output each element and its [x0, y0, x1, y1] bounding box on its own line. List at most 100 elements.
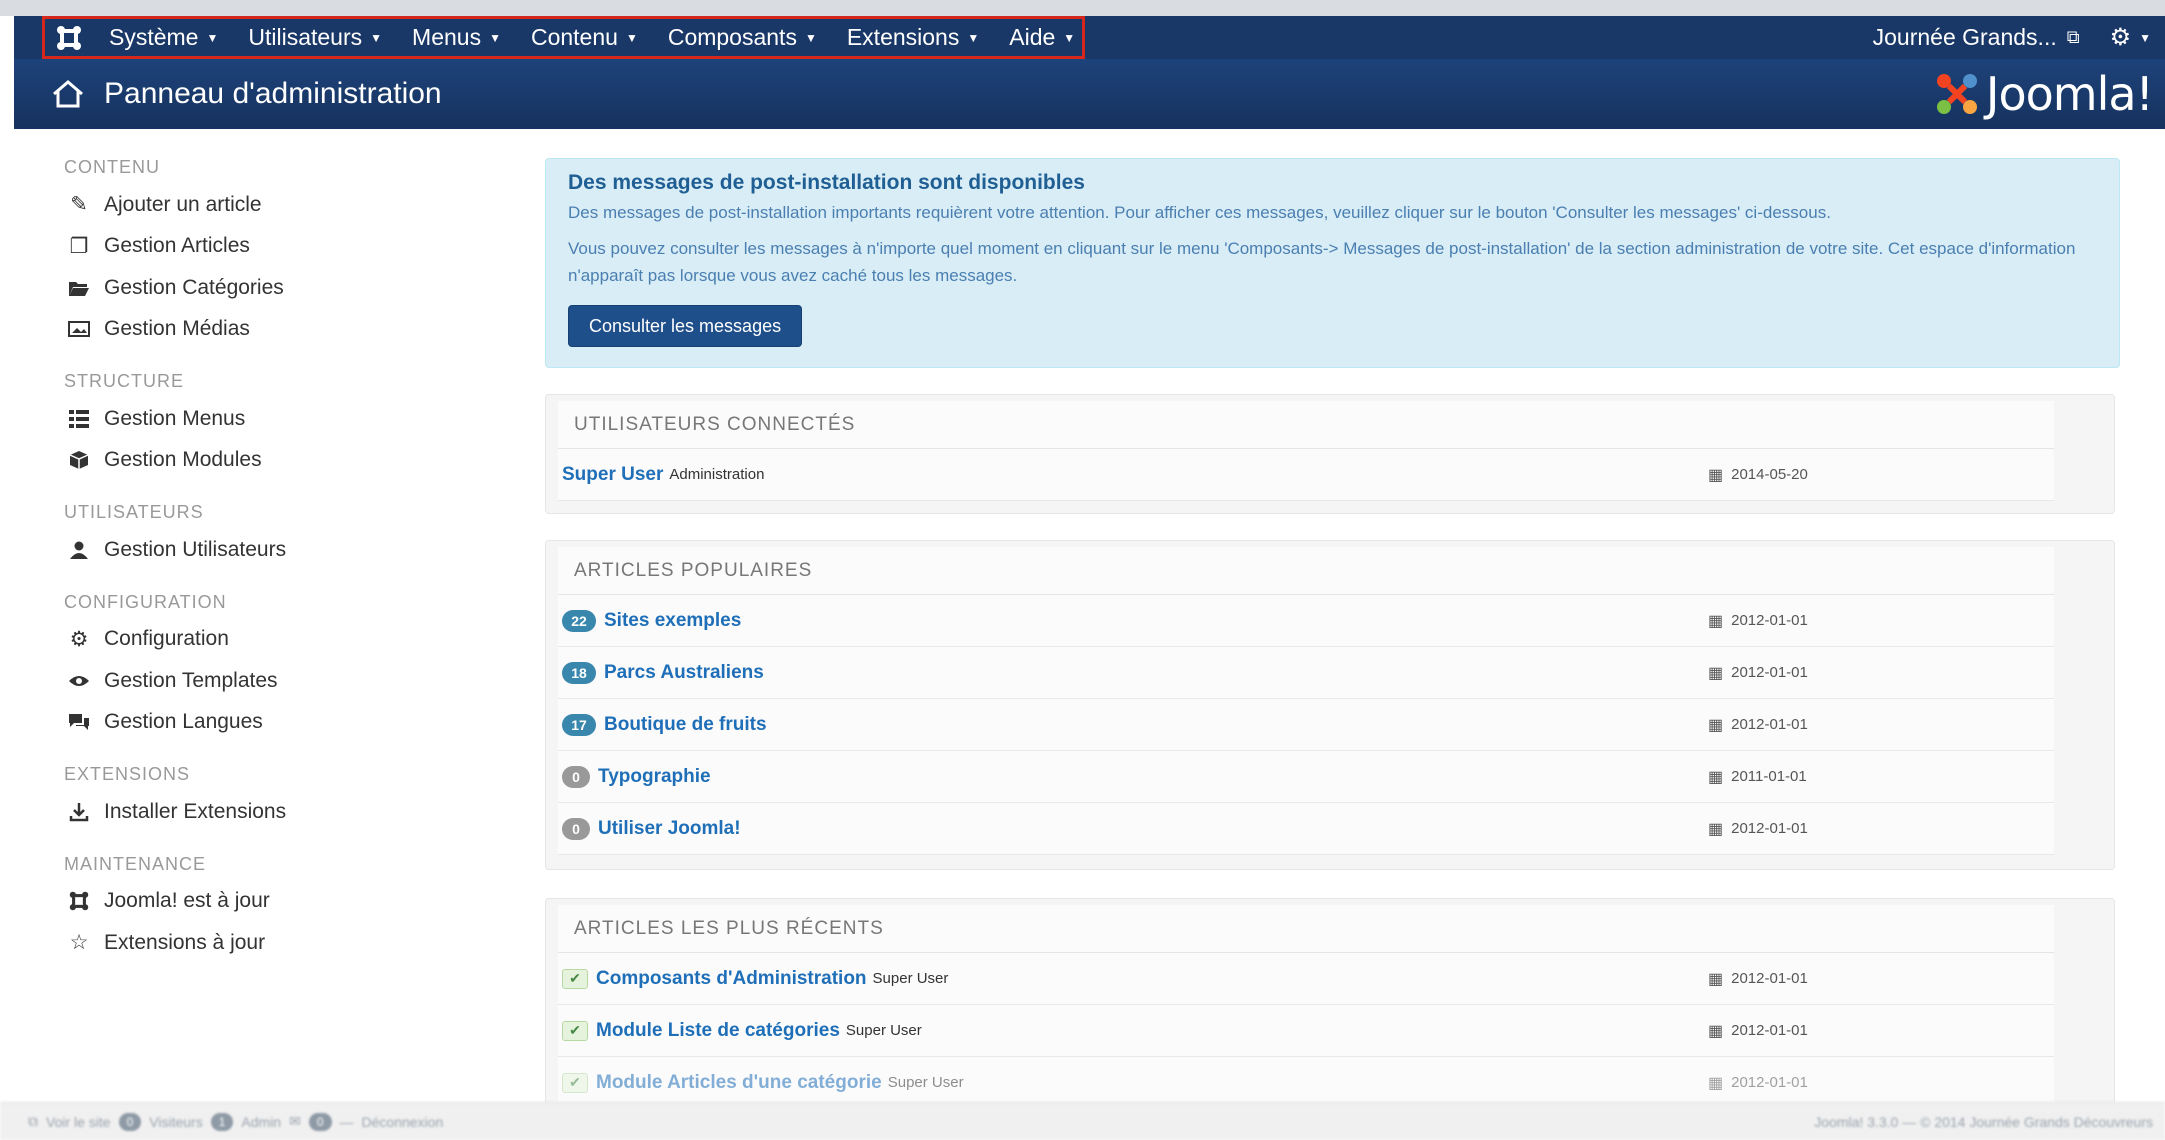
hits-badge: 18	[562, 661, 596, 684]
sidebar-item-label: Ajouter un article	[104, 192, 262, 216]
menu-systeme[interactable]: Système ▼	[94, 16, 233, 59]
star-icon: ☆	[69, 931, 89, 955]
menu-contenu[interactable]: Contenu ▼	[516, 16, 653, 59]
calendar-icon: ▦	[1708, 768, 1724, 786]
view-messages-button[interactable]: Consulter les messages	[568, 305, 803, 347]
sidebar-section-utilisateurs: UTILISATEURS Gestion Utilisateurs	[14, 495, 534, 571]
view-site-link[interactable]: Voir le site	[46, 1114, 111, 1130]
date-value: 2012-01-01	[1731, 716, 1808, 733]
published-check-icon: ✔	[562, 1072, 588, 1093]
menu-label: Aide	[1009, 24, 1056, 50]
article-link[interactable]: Sites exemples	[604, 610, 741, 632]
messages-badge[interactable]: 0	[308, 1112, 332, 1131]
date-value: 2012-01-01	[1731, 970, 1808, 987]
hits-badge: 0	[562, 817, 590, 840]
table-row: ✔ Module Liste de catégories Super User …	[558, 1005, 2054, 1057]
date-value: 2012-01-01	[1731, 1022, 1808, 1039]
sidebar-item-articles[interactable]: ❐ Gestion Articles	[14, 226, 534, 268]
menu-aide[interactable]: Aide ▼	[994, 16, 1090, 59]
sidebar-item-templates[interactable]: Gestion Templates	[14, 660, 534, 702]
sidebar-item-add-article[interactable]: ✎ Ajouter un article	[14, 184, 534, 226]
image-icon	[64, 317, 94, 341]
row-date: ▦ 2012-01-01	[1708, 1021, 1808, 1041]
sidebar-item-languages[interactable]: Gestion Langues	[14, 702, 534, 744]
article-author: Super User	[887, 1074, 964, 1091]
menu-menus[interactable]: Menus ▼	[397, 16, 516, 59]
article-link[interactable]: Composants d'Administration	[596, 968, 867, 990]
calendar-icon: ▦	[1708, 970, 1724, 988]
sidebar-heading: CONTENU	[64, 157, 160, 177]
user-link[interactable]: Super User	[562, 464, 663, 486]
row-date: ▦ 2012-01-01	[1708, 1073, 1808, 1093]
sidebar-item-users[interactable]: Gestion Utilisateurs	[14, 529, 534, 571]
sidebar-item-label: Gestion Catégories	[104, 275, 284, 299]
sidebar-item-install-extensions[interactable]: Installer Extensions	[14, 791, 534, 833]
article-link[interactable]: Parcs Australiens	[604, 662, 764, 684]
table-row: 22 Sites exemples ▦ 2012-01-01	[558, 595, 2054, 647]
article-link[interactable]: Module Articles d'une catégorie	[596, 1072, 882, 1094]
sidebar-section-configuration: CONFIGURATION ⚙ Configuration Gestion Te…	[14, 585, 534, 744]
menu-label: Composants	[667, 24, 797, 50]
table-row: 0 Utiliser Joomla! ▦ 2012-01-01	[558, 803, 2054, 855]
sidebar-item-label: Gestion Langues	[104, 710, 263, 734]
footer-copyright: Joomla! 3.3.0 — © 2014 Journée Grands Dé…	[1814, 1113, 2153, 1130]
alert-text: Des messages de post-installation import…	[568, 203, 1831, 222]
envelope-icon: ✉	[289, 1113, 301, 1129]
row-date: ▦ 2014-05-20	[1708, 465, 1808, 485]
sidebar-heading: CONFIGURATION	[64, 591, 227, 612]
sidebar-item-label: Gestion Médias	[104, 317, 250, 341]
sidebar-heading: MAINTENANCE	[64, 853, 207, 874]
sidebar-item-label: Gestion Menus	[104, 406, 246, 430]
joomla-brand: Joomla!	[1934, 67, 2154, 121]
date-value: 2012-01-01	[1731, 612, 1808, 629]
nav-right: Journée Grands... ⧉ ⚙ ▼	[1851, 16, 2165, 59]
sidebar-item-extensions-update[interactable]: ☆ Extensions à jour	[14, 922, 534, 964]
sidebar-item-media[interactable]: Gestion Médias	[14, 309, 534, 351]
post-install-alert: Des messages de post-installation sont d…	[545, 158, 2120, 368]
article-link[interactable]: Typographie	[598, 766, 711, 788]
home-icon	[48, 74, 88, 114]
joomla-logo-icon[interactable]	[44, 16, 94, 59]
sidebar-item-configuration[interactable]: ⚙ Configuration	[14, 619, 534, 661]
hits-badge: 22	[562, 609, 596, 632]
user-settings-menu[interactable]: ⚙ ▼	[2102, 23, 2165, 52]
date-value: 2011-01-01	[1731, 768, 1807, 785]
sidebar-item-categories[interactable]: Gestion Catégories	[14, 267, 534, 309]
brand-name: Joomla!	[1985, 67, 2154, 121]
page-title: Panneau d'administration	[104, 77, 442, 110]
article-link[interactable]: Module Liste de catégories	[596, 1020, 840, 1042]
table-row: 0 Typographie ▦ 2011-01-01	[558, 751, 2054, 803]
row-date: ▦ 2012-01-01	[1708, 969, 1808, 989]
article-link[interactable]: Utiliser Joomla!	[598, 818, 741, 840]
panel-heading: ARTICLES LES PLUS RÉCENTS	[558, 905, 2054, 953]
menu-composants[interactable]: Composants ▼	[653, 16, 832, 59]
visitors-label: Visiteurs	[149, 1113, 203, 1130]
sidebar-item-label: Gestion Modules	[104, 448, 262, 472]
user-client: Administration	[669, 466, 765, 483]
sidebar-section-structure: STRUCTURE Gestion Menus Gestion Modules	[14, 364, 534, 481]
table-row: 18 Parcs Australiens ▦ 2012-01-01	[558, 647, 2054, 699]
external-link-icon: ⧉	[28, 1113, 38, 1129]
sidebar-item-modules[interactable]: Gestion Modules	[14, 440, 534, 482]
eye-icon	[64, 669, 94, 693]
menu-label: Contenu	[530, 24, 618, 50]
logout-link[interactable]: Déconnexion	[362, 1114, 444, 1130]
caret-down-icon: ▼	[2139, 30, 2151, 45]
panel-heading: ARTICLES POPULAIRES	[558, 547, 2054, 595]
table-row: ✔ Composants d'Administration Super User…	[558, 953, 2054, 1005]
menu-utilisateurs[interactable]: Utilisateurs ▼	[233, 16, 397, 59]
menu-extensions[interactable]: Extensions ▼	[832, 16, 994, 59]
hits-badge: 0	[562, 765, 590, 788]
article-author: Super User	[872, 970, 949, 987]
sidebar-item-joomla-update[interactable]: Joomla! est à jour	[14, 881, 534, 923]
recent-articles-panel: ARTICLES LES PLUS RÉCENTS ✔ Composants d…	[545, 898, 2115, 1108]
calendar-icon: ▦	[1708, 1074, 1724, 1092]
comments-icon	[64, 710, 94, 734]
sidebar-item-label: Gestion Articles	[104, 234, 250, 258]
calendar-icon: ▦	[1708, 612, 1724, 630]
site-link[interactable]: Journée Grands... ⧉	[1851, 24, 2102, 51]
menu-label: Utilisateurs	[248, 24, 363, 50]
article-link[interactable]: Boutique de fruits	[604, 714, 767, 736]
sidebar-item-menus[interactable]: Gestion Menus	[14, 398, 534, 440]
sidebar-item-label: Gestion Templates	[104, 668, 278, 692]
